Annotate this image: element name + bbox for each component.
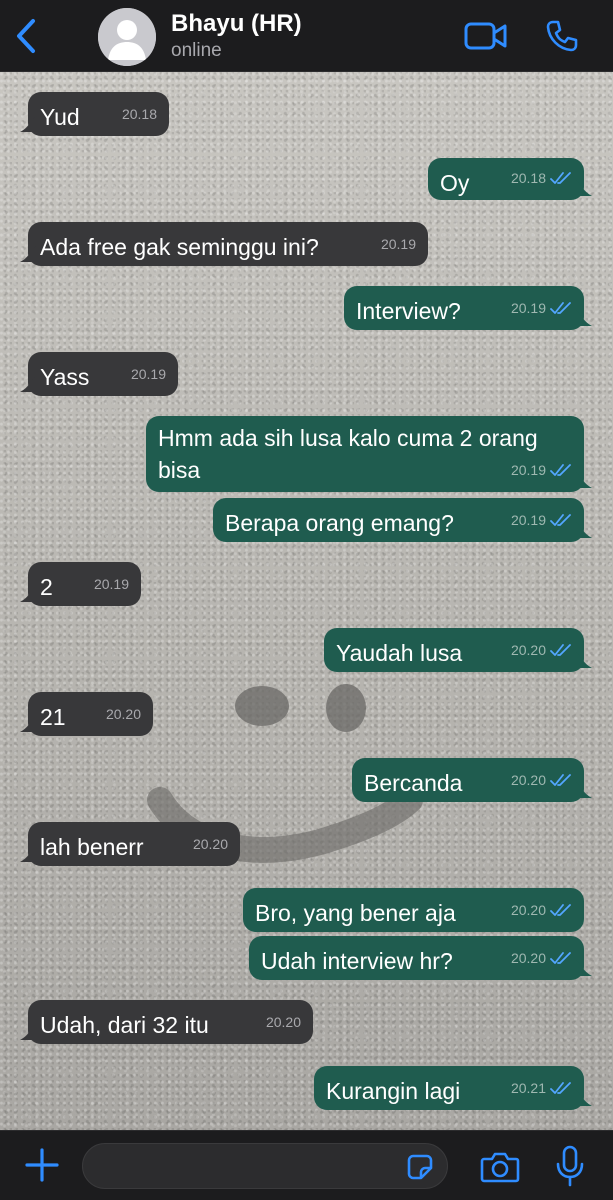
chevron-left-icon — [17, 19, 35, 53]
message-incoming[interactable]: Udah, dari 32 itu 20.20 — [20, 1000, 313, 1044]
message-text: lah benerr — [40, 834, 144, 860]
message-outgoing[interactable]: Berapa orang emang? 20.19 — [213, 498, 592, 542]
message-time: 20.19 — [511, 504, 572, 536]
message-incoming[interactable]: Yass 20.19 — [20, 352, 178, 396]
time-label: 20.19 — [510, 462, 546, 478]
message-text: Berapa orang emang? — [225, 510, 454, 536]
phone-icon — [546, 20, 578, 52]
message-outgoing[interactable]: Yaudah lusa 20.20 — [324, 628, 592, 672]
time-label: 20.20 — [105, 706, 141, 722]
message-text: Udah, dari 32 itu — [40, 1012, 209, 1038]
message-time: 20.19 — [94, 568, 129, 600]
chat-screen: Bhayu (HR) online Yud 20.18 Oy 20.18 Ada… — [0, 0, 613, 1200]
voice-call-button[interactable] — [542, 16, 582, 56]
read-receipt-icon — [550, 514, 571, 526]
time-label: 20.18 — [121, 106, 157, 122]
time-label: 20.18 — [510, 170, 546, 186]
message-time: 20.19 — [381, 228, 416, 260]
message-text: Yud — [40, 104, 80, 130]
message-time: 20.20 — [266, 1006, 301, 1038]
message-text: Ada free gak seminggu ini? — [40, 234, 319, 260]
sticker-button[interactable] — [404, 1151, 436, 1183]
message-outgoing[interactable]: Udah interview hr? 20.20 — [249, 936, 592, 980]
read-receipt-icon — [550, 904, 571, 916]
contact-status: online — [171, 40, 222, 61]
camera-icon — [480, 1152, 520, 1183]
message-text: Oy — [440, 170, 470, 196]
message-time: 20.21 — [511, 1072, 572, 1104]
time-label: 20.21 — [510, 1080, 546, 1096]
message-outgoing[interactable]: Hmm ada sih lusa kalo cuma 2 orang bisa … — [146, 416, 592, 492]
read-receipt-icon — [550, 774, 571, 786]
read-receipt-icon — [550, 172, 571, 184]
time-label: 20.19 — [510, 512, 546, 528]
sticker-icon — [407, 1154, 433, 1180]
message-text-line-1: Hmm ada sih lusa kalo cuma 2 orang — [158, 425, 538, 451]
message-time: 20.20 — [511, 942, 572, 974]
message-text: Yass — [40, 364, 90, 390]
time-label: 20.20 — [510, 902, 546, 918]
time-label: 20.19 — [510, 300, 546, 316]
read-receipt-icon — [550, 1082, 571, 1094]
message-time: 20.18 — [511, 162, 572, 194]
contact-name[interactable]: Bhayu (HR) — [171, 10, 302, 38]
microphone-button[interactable] — [552, 1143, 588, 1189]
time-label: 20.20 — [192, 836, 228, 852]
message-incoming[interactable]: lah benerr 20.20 — [20, 822, 240, 866]
read-receipt-icon — [550, 464, 571, 476]
time-label: 20.19 — [130, 366, 166, 382]
time-label: 20.20 — [265, 1014, 301, 1030]
read-receipt-icon — [550, 644, 571, 656]
read-receipt-icon — [550, 302, 571, 314]
message-text: 2 — [40, 574, 53, 600]
message-input[interactable] — [82, 1143, 448, 1189]
plus-icon — [25, 1148, 59, 1182]
message-text: Kurangin lagi — [326, 1078, 461, 1104]
time-label: 20.20 — [510, 772, 546, 788]
message-text: Bercanda — [364, 770, 463, 796]
message-text: Yaudah lusa — [336, 640, 463, 666]
message-time: 20.20 — [511, 894, 572, 926]
message-time: 20.20 — [511, 764, 572, 796]
message-text: Udah interview hr? — [261, 948, 453, 974]
read-receipt-icon — [550, 952, 571, 964]
time-label: 20.19 — [93, 576, 129, 592]
message-incoming[interactable]: 2 20.19 — [20, 562, 141, 606]
avatar[interactable] — [98, 8, 156, 66]
microphone-icon — [556, 1145, 584, 1187]
message-time: 20.20 — [511, 634, 572, 666]
message-time: 20.19 — [511, 454, 572, 486]
message-time: 20.18 — [122, 98, 157, 130]
time-label: 20.19 — [380, 236, 416, 252]
video-camera-icon — [464, 22, 507, 50]
message-outgoing[interactable]: Bercanda 20.20 — [352, 758, 592, 802]
message-incoming[interactable]: 21 20.20 — [20, 692, 153, 736]
message-text: 21 — [40, 704, 66, 730]
attach-button[interactable] — [20, 1143, 64, 1187]
chat-area[interactable]: Yud 20.18 Oy 20.18 Ada free gak seminggu… — [0, 72, 613, 1130]
camera-button[interactable] — [478, 1145, 522, 1189]
video-call-button[interactable] — [462, 16, 510, 56]
input-bar — [0, 1130, 613, 1200]
time-label: 20.20 — [510, 642, 546, 658]
message-outgoing[interactable]: Oy 20.18 — [428, 158, 592, 200]
time-label: 20.20 — [510, 950, 546, 966]
person-icon — [98, 8, 156, 66]
message-time: 20.20 — [193, 828, 228, 860]
message-text: Interview? — [356, 298, 461, 324]
message-incoming[interactable]: Yud 20.18 — [20, 92, 169, 136]
message-outgoing[interactable]: Bro, yang bener aja 20.20 — [243, 888, 584, 932]
back-button[interactable] — [8, 16, 44, 56]
message-time: 20.20 — [106, 698, 141, 730]
message-text-line-2: bisa — [158, 457, 201, 483]
message-outgoing[interactable]: Interview? 20.19 — [344, 286, 592, 330]
message-incoming[interactable]: Ada free gak seminggu ini? 20.19 — [20, 222, 428, 266]
message-outgoing[interactable]: Kurangin lagi 20.21 — [314, 1066, 592, 1110]
chat-header: Bhayu (HR) online — [0, 0, 613, 72]
message-text: Bro, yang bener aja — [255, 900, 456, 926]
message-time: 20.19 — [131, 358, 166, 390]
message-time: 20.19 — [511, 292, 572, 324]
